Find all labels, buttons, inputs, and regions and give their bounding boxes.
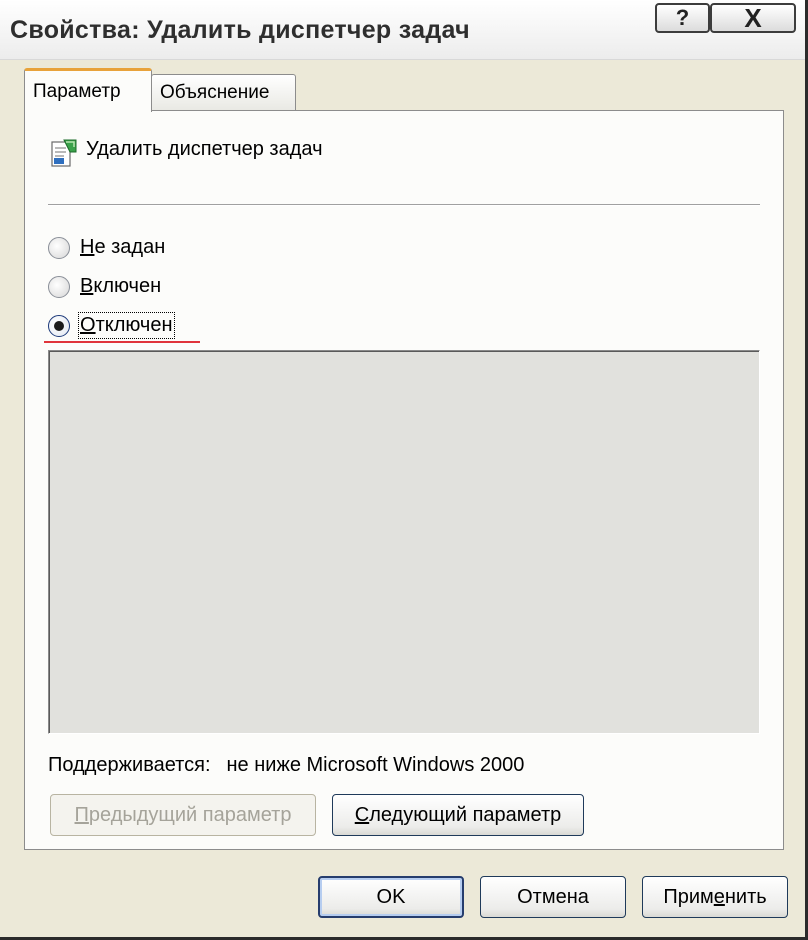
title-bar[interactable]: Свойства: Удалить диспетчер задач ? X [0,0,805,60]
tab-explain[interactable]: Объяснение [151,74,296,110]
radio-label: Не задан [80,236,166,258]
radio-enabled[interactable]: Включен [48,275,161,298]
annotation-underline [44,341,200,343]
radio-not-configured[interactable]: Не задан [48,236,165,259]
close-button[interactable]: X [710,3,796,33]
radio-button-selected[interactable] [48,314,70,337]
help-button[interactable]: ? [655,3,710,33]
radio-button[interactable] [48,275,70,298]
window-title: Свойства: Удалить диспетчер задач [10,16,470,44]
supported-on: Поддерживается: не ниже Microsoft Windows… [48,754,524,777]
radio-disabled[interactable]: Отключен [48,312,175,339]
ok-button[interactable]: OK [318,876,464,918]
policy-setting-icon [51,139,77,167]
radio-button[interactable] [48,236,70,259]
supported-label: Поддерживается: [48,754,211,776]
policy-name: Удалить диспетчер задач [86,138,323,160]
comment-textarea[interactable] [48,350,760,734]
apply-button[interactable]: Прим е нить [642,876,788,918]
properties-dialog: Свойства: Удалить диспетчер задач ? X Па… [0,0,808,940]
tab-setting[interactable]: Параметр [24,68,152,112]
supported-value: не ниже Microsoft Windows 2000 [226,754,525,776]
previous-setting-button[interactable]: Предыдущий параметр [50,794,316,836]
divider [48,204,760,206]
tab-explain-label: Объяснение [160,81,270,103]
tab-setting-label: Параметр [33,80,121,102]
radio-label: Отключен [78,312,175,339]
cancel-button[interactable]: Отмена [480,876,626,918]
radio-label: Включен [80,275,162,297]
next-setting-button[interactable]: Следующий параметр [332,794,584,836]
